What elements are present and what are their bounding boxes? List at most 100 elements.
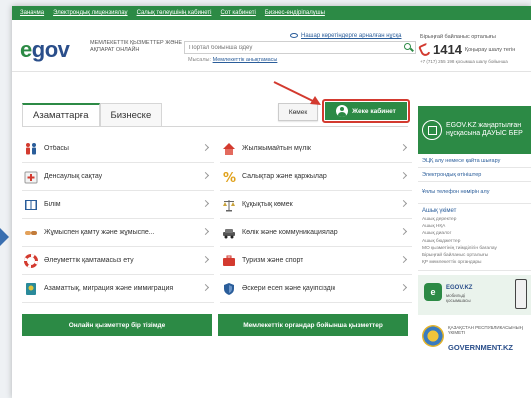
services-panel: Отбасы Жылжымайтын мүлік Денсаулық сақтау%…	[22, 126, 412, 336]
chevron-right-icon	[399, 199, 408, 208]
screenshot-frame: Заначма Электрондық лицензиялау Салық тө…	[0, 0, 531, 398]
car-icon	[222, 226, 236, 240]
service-category-item[interactable]: Жылжымайтын мүлік	[220, 135, 412, 163]
book-icon	[24, 198, 38, 212]
chevron-right-icon	[201, 255, 210, 264]
help-button[interactable]: Көмек	[278, 103, 318, 121]
services-grid: Отбасы Жылжымайтын мүлік Денсаулық сақтау%…	[22, 127, 412, 303]
service-category-item[interactable]: Азаматтық, миграция және иммиграция	[22, 275, 214, 303]
chevron-right-icon	[201, 143, 210, 152]
service-category-label: Отбасы	[44, 145, 69, 152]
search-hint: Мысалы: Мемлекеттік анықтамасы	[188, 57, 278, 63]
open-government: Ашық үкімет Ашық деректер Ашық НҚА Ашық …	[418, 204, 531, 272]
scales-icon	[222, 198, 236, 212]
open-gov-link[interactable]: Ашық бюджеттер	[422, 238, 527, 245]
call-center: Бірыңғай байланыс орталығы 1414 Қоңырау …	[417, 34, 530, 64]
right-sidebar: EGOV.KZ жаңартылған нұсқасына ДАУЫС БЕР …	[418, 106, 531, 359]
sidebar-link-requests[interactable]: Электрондық өтініштер	[418, 168, 531, 182]
percent-icon: %	[222, 170, 236, 186]
top-link[interactable]: Электрондық лицензиялау	[53, 10, 127, 16]
open-gov-link[interactable]: Ашық деректер	[422, 216, 527, 223]
top-links-bar: Заначма Электрондық лицензиялау Салық тө…	[12, 6, 531, 20]
service-category-item[interactable]: % Салықтар және қаржылар	[220, 163, 412, 191]
phone-icon	[417, 41, 433, 58]
service-category-label: Туризм және спорт	[242, 257, 304, 264]
service-category-label: Азаматтық, миграция және иммиграция	[44, 285, 174, 292]
lifebuoy-icon	[24, 253, 38, 268]
tab-business[interactable]: Бизнеске	[99, 103, 163, 126]
chevron-right-icon	[201, 199, 210, 208]
search-icon[interactable]	[401, 41, 415, 54]
chevron-right-icon	[201, 283, 210, 292]
hands-icon	[24, 226, 38, 240]
chevron-right-icon	[399, 283, 408, 292]
top-link[interactable]: Заначма	[20, 10, 44, 16]
chevron-right-icon	[399, 227, 408, 236]
suitcase-icon	[222, 254, 236, 268]
egov-logo[interactable]: egov	[20, 37, 70, 63]
open-gov-link[interactable]: ҚР мемлекеттік органдары	[422, 259, 527, 266]
service-category-item[interactable]: Отбасы	[22, 135, 214, 163]
service-category-label: Білім	[44, 201, 61, 208]
svg-text:%: %	[223, 171, 236, 184]
service-category-label: Жылжымайтын мүлік	[242, 145, 311, 152]
smartphone-icon	[515, 279, 527, 310]
personal-cabinet-button[interactable]: Жеке кабинет	[322, 99, 410, 123]
house-icon	[222, 142, 236, 156]
mobile-app-banner[interactable]: e EGOV.KZ мобильді қосымшасы	[418, 275, 531, 316]
ballot-icon	[422, 120, 442, 140]
service-category-item[interactable]: Әлеуметтік қамтамасыз ету	[22, 247, 214, 275]
open-gov-link[interactable]: Ашық НҚА	[422, 223, 527, 230]
sidebar-link-mobile[interactable]: Ұялы телефон нөмірін алу	[418, 182, 531, 204]
user-icon	[336, 105, 349, 117]
service-category-item[interactable]: Әскери есеп және қауіпсіздік	[220, 275, 412, 303]
family-icon	[24, 142, 38, 156]
tagline: МЕМЛЕКЕТТІК ҚЫЗМЕТТЕР ЖӘНЕ АҚПАРАТ ОНЛАЙ…	[90, 40, 183, 53]
open-gov-link[interactable]: МО қызметінің тиімділігін бағалау	[422, 245, 527, 252]
left-pointer-arrow-icon	[0, 228, 9, 246]
service-category-item[interactable]: Жұмыспен қамту және жұмыспе...	[22, 219, 214, 247]
tab-citizens[interactable]: Азаматтарға	[22, 103, 100, 126]
header: egov МЕМЛЕКЕТТІК ҚЫЗМЕТТЕР ЖӘНЕ АҚПАРАТ …	[12, 20, 531, 72]
accessibility-link[interactable]: Нашар көретіндерге арналған нұсқа	[290, 33, 402, 39]
chevron-right-icon	[399, 171, 408, 180]
passport-icon	[24, 282, 38, 296]
audience-tabs: Азаматтарға Бизнеске	[22, 103, 163, 126]
shield-icon	[222, 282, 236, 296]
services-by-agency-button[interactable]: Мемлекеттік органдар бойынша қызметтер	[218, 314, 408, 336]
health-icon	[24, 170, 38, 184]
service-category-label: Жұмыспен қамту және жұмыспе...	[44, 229, 155, 236]
service-category-item[interactable]: Құқықтық көмек	[220, 191, 412, 219]
top-link[interactable]: Сот кабинеті	[220, 10, 255, 16]
eye-icon	[290, 33, 298, 38]
top-link[interactable]: Салық төлеушінің кабинеті	[137, 10, 212, 16]
all-services-button[interactable]: Онлайн қызметтер бір тізімде	[22, 314, 212, 336]
government-banner[interactable]: ҚАЗАҚСТАН РЕСПУБЛИКАСЫНЫҢ ҮКІМЕТІ GOVERN…	[418, 319, 531, 359]
service-category-label: Әлеуметтік қамтамасыз ету	[44, 257, 134, 264]
search-input[interactable]	[185, 44, 401, 51]
service-category-label: Құқықтық көмек	[242, 201, 293, 208]
open-gov-link[interactable]: Бірыңғай байланыс орталығы	[422, 252, 527, 259]
chevron-right-icon	[201, 227, 210, 236]
service-category-label: Әскери есеп және қауіпсіздік	[242, 285, 336, 292]
service-category-item[interactable]: Туризм және спорт	[220, 247, 412, 275]
service-category-label: Көлік және коммуникациялар	[242, 229, 338, 236]
search-example-link[interactable]: Мемлекеттік анықтамасы	[213, 57, 278, 63]
chevron-right-icon	[201, 171, 210, 180]
state-emblem-icon	[422, 325, 444, 348]
sidebar-link-eds[interactable]: ЭЦҚ алу немесе қайта шығару	[418, 154, 531, 168]
egov-app-icon: e	[424, 283, 442, 302]
egov-page: Заначма Электрондық лицензиялау Салық тө…	[12, 6, 531, 398]
service-category-item[interactable]: Білім	[22, 191, 214, 219]
search-box	[184, 41, 416, 54]
vote-banner[interactable]: EGOV.KZ жаңартылған нұсқасына ДАУЫС БЕР	[418, 106, 531, 154]
chevron-right-icon	[399, 143, 408, 152]
top-link[interactable]: Бизнес-ендіріпалушы	[265, 10, 325, 16]
service-category-item[interactable]: Көлік және коммуникациялар	[220, 219, 412, 247]
chevron-right-icon	[399, 255, 408, 264]
service-category-item[interactable]: Денсаулық сақтау	[22, 163, 214, 191]
service-category-label: Денсаулық сақтау	[44, 173, 103, 180]
call-center-number: 1414	[433, 42, 462, 57]
open-gov-link[interactable]: Ашық диалог	[422, 230, 527, 237]
service-category-label: Салықтар және қаржылар	[242, 173, 327, 180]
